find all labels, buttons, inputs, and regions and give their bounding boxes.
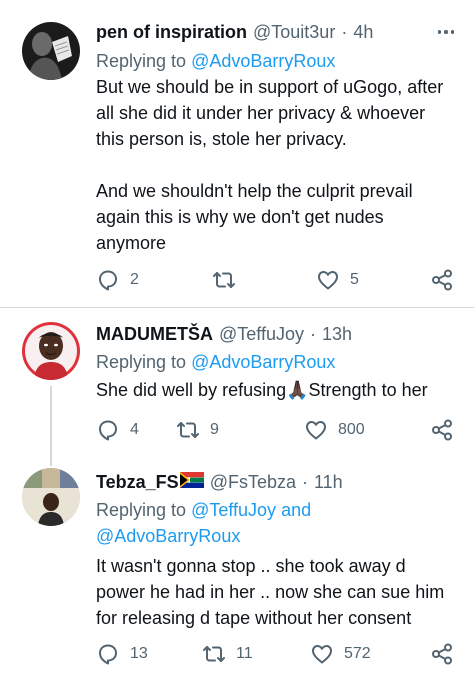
- reply-button[interactable]: 4: [96, 416, 139, 444]
- display-name[interactable]: pen of inspiration: [96, 20, 247, 44]
- replying-label: Replying to: [96, 352, 187, 372]
- retweet-button[interactable]: 9: [176, 416, 219, 444]
- avatar[interactable]: [22, 468, 80, 526]
- tweet-text: It wasn't gonna stop .. she took away d …: [96, 553, 458, 631]
- replying-to: Replying to @TeffuJoy and @AdvoBarryRoux: [96, 497, 458, 549]
- retweet-count: 9: [210, 421, 219, 438]
- mention-link[interactable]: @AdvoBarryRoux: [96, 526, 240, 546]
- retweet-icon: [203, 646, 225, 662]
- retweet-count: 11: [236, 645, 253, 662]
- tweet-paragraph: She did well by refusing🙏🏿Strength to he…: [96, 380, 428, 400]
- heart-icon: [312, 645, 332, 664]
- replying-to: Replying to @AdvoBarryRoux: [96, 349, 458, 375]
- display-name[interactable]: Tebza_FS: [96, 470, 179, 494]
- tweet-paragraph: It wasn't gonna stop .. she took away d …: [96, 556, 445, 628]
- retweet-icon: [177, 422, 199, 438]
- share-icon: [432, 269, 452, 291]
- reply-button[interactable]: 13: [96, 640, 148, 668]
- heart-icon: [306, 421, 326, 440]
- share-button[interactable]: [430, 416, 454, 444]
- timestamp[interactable]: 13h: [322, 322, 352, 346]
- share-icon: [432, 643, 452, 665]
- reply-count: 4: [130, 421, 139, 438]
- share-icon: [432, 419, 452, 441]
- separator-dot: ·: [341, 22, 348, 42]
- retweet-icon: [213, 272, 235, 288]
- retweet-button[interactable]: 11: [202, 640, 253, 668]
- tweet-2[interactable]: MADUMETŠA @TeffuJoy · 13h Replying to @A…: [0, 308, 474, 458]
- replying-to: Replying to @AdvoBarryRoux: [96, 48, 458, 74]
- timestamp[interactable]: 4h: [353, 20, 373, 44]
- user-handle[interactable]: @Touit3ur: [253, 20, 335, 44]
- separator-dot: ·: [302, 472, 308, 492]
- timestamp[interactable]: 11h: [314, 470, 343, 494]
- mention-link[interactable]: @AdvoBarryRoux: [191, 51, 335, 71]
- reply-bubble-icon: [99, 644, 117, 665]
- tweet-text: But we should be in support of uGogo, af…: [96, 74, 458, 256]
- reply-count: 2: [130, 271, 139, 288]
- display-name[interactable]: MADUMETŠA: [96, 322, 213, 346]
- like-button[interactable]: 572: [310, 640, 371, 668]
- mention-link[interactable]: @AdvoBarryRoux: [191, 352, 335, 372]
- avatar[interactable]: [22, 22, 80, 80]
- user-handle[interactable]: @TeffuJoy: [219, 322, 304, 346]
- reply-bubble-icon: [99, 270, 117, 291]
- tweet-3[interactable]: Tebza_FS @FsTebza · 11h Replying to @Tef…: [0, 458, 474, 686]
- tweet-header: Tebza_FS @FsTebza · 11h: [96, 470, 458, 494]
- avatar[interactable]: [22, 322, 80, 380]
- like-button[interactable]: 800: [304, 416, 365, 444]
- user-handle[interactable]: @FsTebza: [210, 470, 296, 494]
- share-button[interactable]: [430, 266, 454, 294]
- like-button[interactable]: 5: [316, 266, 359, 294]
- share-button[interactable]: [430, 640, 454, 668]
- tweet-text: She did well by refusing🙏🏿Strength to he…: [96, 377, 458, 403]
- south-africa-flag-icon: [179, 472, 204, 488]
- separator-dot: ·: [309, 324, 316, 344]
- retweet-button[interactable]: [212, 266, 246, 294]
- tweet-actions: 13 11 572: [96, 640, 458, 668]
- tweet-paragraph: But we should be in support of uGogo, af…: [96, 77, 444, 149]
- tweet-header: MADUMETŠA @TeffuJoy · 13h: [96, 322, 458, 346]
- replying-joiner: and: [281, 500, 312, 520]
- like-count: 5: [350, 271, 359, 288]
- heart-icon: [318, 271, 338, 290]
- reply-count: 13: [130, 645, 148, 662]
- more-dots-icon[interactable]: [434, 20, 458, 44]
- tweet-actions: 2 5: [96, 266, 458, 294]
- replying-label: Replying to: [96, 500, 187, 520]
- tweet-paragraph: And we shouldn't help the culprit prevai…: [96, 181, 413, 253]
- replying-label: Replying to: [96, 51, 187, 71]
- like-count: 800: [338, 421, 365, 438]
- tweet-actions: 4 9 800: [96, 416, 458, 444]
- tweet-1[interactable]: pen of inspiration @Touit3ur · 4h Replyi…: [0, 0, 474, 307]
- like-count: 572: [344, 645, 371, 662]
- tweet-header: pen of inspiration @Touit3ur · 4h: [96, 20, 458, 44]
- mention-link[interactable]: @TeffuJoy: [191, 500, 276, 520]
- reply-button[interactable]: 2: [96, 266, 139, 294]
- reply-bubble-icon: [99, 420, 117, 441]
